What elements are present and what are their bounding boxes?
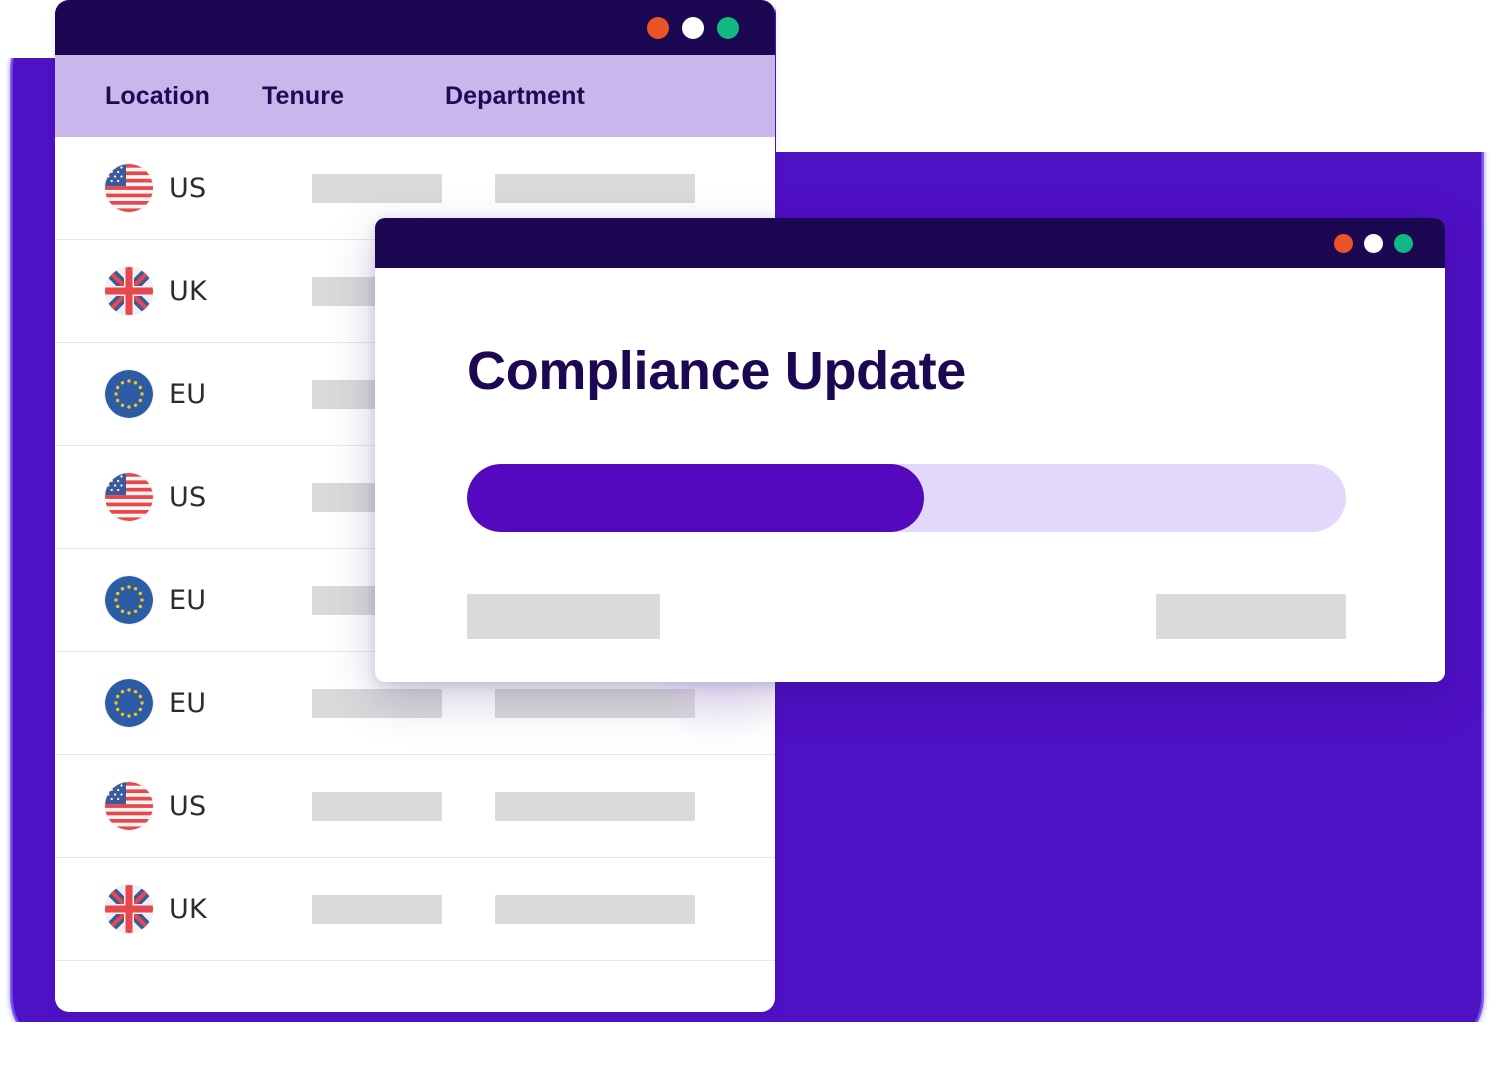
skeleton-placeholder <box>495 688 695 718</box>
cell-location: UK <box>55 267 312 315</box>
skeleton-placeholder <box>495 173 695 203</box>
minimize-dot-icon[interactable] <box>1364 233 1383 253</box>
modal-titlebar <box>375 218 1445 268</box>
location-label: US <box>169 172 207 204</box>
cell-location: UK <box>55 885 312 933</box>
cell-location: EU <box>55 370 312 418</box>
flag-us-icon <box>105 164 153 212</box>
location-label: US <box>169 790 207 822</box>
flag-uk-icon <box>105 267 153 315</box>
modal-window-controls[interactable] <box>1334 233 1413 253</box>
table-window-titlebar <box>55 0 775 55</box>
cell-location: EU <box>55 679 312 727</box>
table-window-controls[interactable] <box>647 16 739 39</box>
maximize-dot-icon[interactable] <box>717 16 739 39</box>
location-label: EU <box>169 687 207 719</box>
flag-eu-icon <box>105 576 153 624</box>
cell-department <box>495 894 775 924</box>
location-label: UK <box>169 275 207 307</box>
skeleton-placeholder <box>312 791 442 821</box>
cell-location: US <box>55 164 312 212</box>
location-label: UK <box>169 893 207 925</box>
frame-cutout-top-left <box>0 0 58 58</box>
skeleton-placeholder <box>495 894 695 924</box>
cell-tenure <box>312 791 495 821</box>
skeleton-placeholder <box>312 894 442 924</box>
cell-tenure <box>312 894 495 924</box>
skeleton-placeholder <box>312 173 442 203</box>
location-label: US <box>169 481 207 513</box>
cell-department <box>495 173 775 203</box>
modal-title: Compliance Update <box>467 341 966 401</box>
skeleton-placeholder <box>1156 594 1346 639</box>
cell-location: US <box>55 473 312 521</box>
progress-bar-track[interactable] <box>467 464 1346 532</box>
column-header-department[interactable]: Department <box>445 82 775 111</box>
cell-tenure <box>312 688 495 718</box>
flag-uk-icon <box>105 885 153 933</box>
close-dot-icon[interactable] <box>647 16 669 39</box>
cell-location: US <box>55 782 312 830</box>
flag-eu-icon <box>105 370 153 418</box>
maximize-dot-icon[interactable] <box>1394 233 1413 253</box>
location-label: EU <box>169 378 207 410</box>
frame-cutout-right-top <box>776 0 1501 152</box>
cell-tenure <box>312 173 495 203</box>
minimize-dot-icon[interactable] <box>682 16 704 39</box>
cell-department <box>495 688 775 718</box>
location-label: EU <box>169 584 207 616</box>
cell-department <box>495 791 775 821</box>
table-header-row: Location Tenure Department <box>55 55 775 137</box>
frame-cutout-bottom <box>0 1022 1501 1071</box>
skeleton-placeholder <box>312 688 442 718</box>
close-dot-icon[interactable] <box>1334 233 1353 253</box>
table-row[interactable]: UK <box>55 858 775 961</box>
column-header-tenure[interactable]: Tenure <box>262 82 445 111</box>
flag-us-icon <box>105 473 153 521</box>
modal-footer <box>467 594 1346 639</box>
screenshot-stage: Location Tenure Department US UK EU US E… <box>0 0 1501 1071</box>
compliance-update-modal: Compliance Update <box>375 218 1445 682</box>
flag-us-icon <box>105 782 153 830</box>
flag-eu-icon <box>105 679 153 727</box>
modal-body: Compliance Update <box>375 268 1445 639</box>
table-row[interactable]: US <box>55 755 775 858</box>
skeleton-placeholder <box>495 791 695 821</box>
skeleton-placeholder <box>467 594 660 639</box>
cell-location: EU <box>55 576 312 624</box>
column-header-location[interactable]: Location <box>55 82 262 111</box>
progress-bar-fill <box>467 464 925 532</box>
